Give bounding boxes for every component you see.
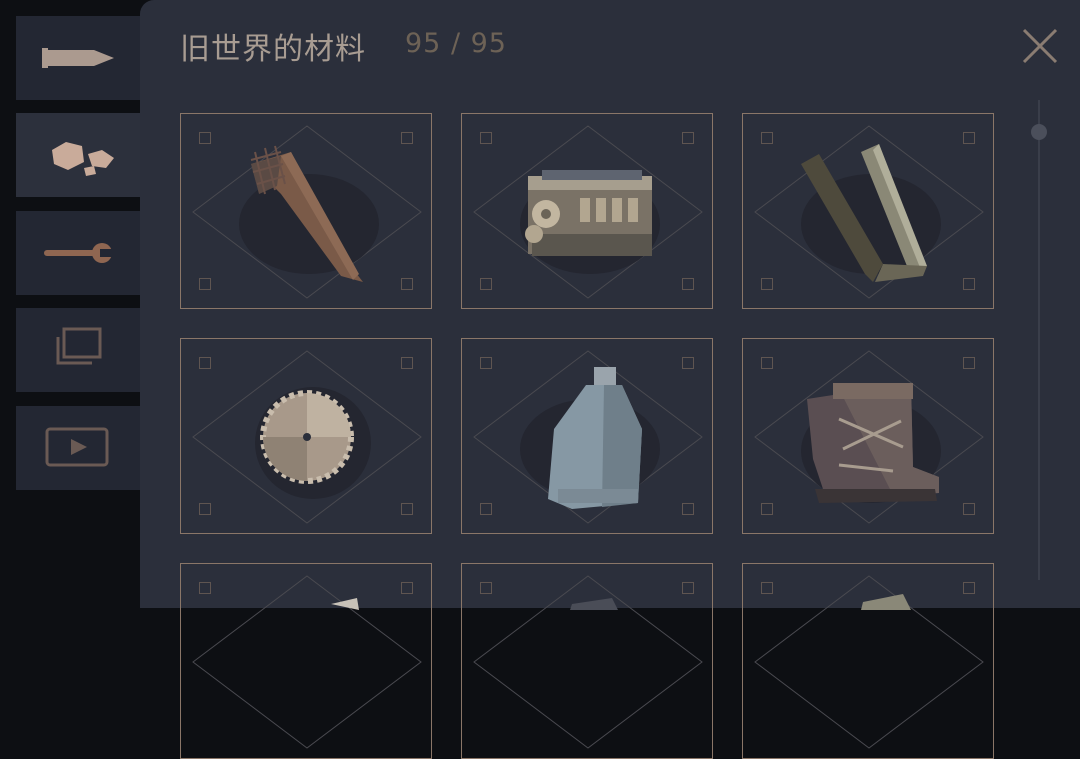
item-card[interactable]: [180, 338, 432, 534]
rusty-drill-bit-icon: [239, 145, 379, 282]
scrollbar-thumb[interactable]: [1031, 124, 1047, 140]
item-card[interactable]: [742, 563, 994, 759]
metal-canister-icon: [520, 367, 660, 509]
gallery-icon: [56, 327, 102, 365]
sidebar-tab-ammo[interactable]: [16, 16, 140, 100]
saw-blade-icon: [255, 387, 371, 499]
metal-brackets-icon: [801, 144, 941, 282]
item-card[interactable]: [461, 113, 713, 309]
materials-panel: 旧世界的材料 95 / 95: [140, 0, 1080, 759]
close-icon[interactable]: [1018, 24, 1062, 68]
item-card[interactable]: [180, 563, 432, 759]
engine-block-icon: [520, 170, 660, 274]
sidebar-tab-materials[interactable]: [16, 113, 152, 197]
sidebar-tab-tools[interactable]: [16, 211, 140, 295]
video-icon: [45, 427, 109, 467]
sidebar-tab-video[interactable]: [16, 406, 140, 490]
rocks-icon: [52, 142, 114, 176]
bullet-icon: [42, 48, 114, 68]
scrollbar-track[interactable]: [1038, 100, 1040, 580]
item-partial-2-icon: [570, 598, 618, 610]
item-card[interactable]: [742, 113, 994, 309]
sidebar-tab-gallery[interactable]: [16, 308, 140, 392]
item-card[interactable]: [461, 338, 713, 534]
item-partial-1-icon: [331, 598, 359, 610]
item-card[interactable]: [461, 563, 713, 759]
collection-count: 95 / 95: [405, 28, 507, 59]
item-card[interactable]: [180, 113, 432, 309]
item-card[interactable]: [742, 338, 994, 534]
wrench-icon: [44, 243, 116, 263]
item-partial-3-icon: [861, 594, 911, 610]
worn-boot-icon: [801, 383, 941, 503]
page-title: 旧世界的材料: [180, 32, 366, 67]
